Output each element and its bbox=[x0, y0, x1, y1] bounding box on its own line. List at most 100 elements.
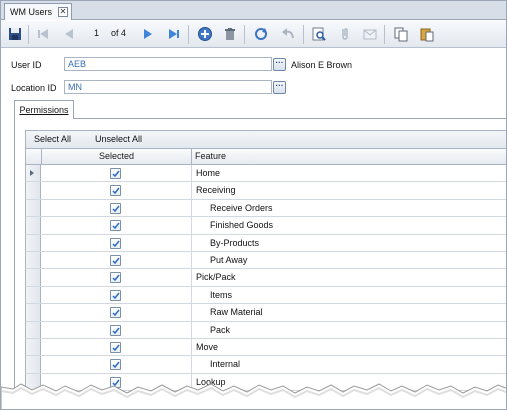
selected-checkbox[interactable] bbox=[110, 324, 121, 336]
feature-cell: Receiving bbox=[196, 185, 236, 196]
last-record-icon[interactable] bbox=[166, 26, 182, 42]
selected-checkbox[interactable] bbox=[110, 168, 121, 179]
grid-header-row: Selected Feature bbox=[25, 149, 506, 165]
feature-cell: Internal bbox=[210, 359, 241, 370]
row-selector[interactable] bbox=[26, 269, 41, 286]
feature-cell: Put Away bbox=[210, 255, 248, 265]
tab-permissions-label: Permissions bbox=[19, 105, 69, 115]
selected-checkbox[interactable] bbox=[110, 220, 121, 232]
feature-cell: Move bbox=[196, 342, 219, 352]
selected-cell bbox=[41, 217, 192, 234]
feature-cell: Pack bbox=[210, 324, 231, 335]
add-icon[interactable] bbox=[197, 26, 213, 42]
feature-cell: Lookup bbox=[196, 376, 226, 387]
feature-cell: Finished Goods bbox=[210, 220, 274, 231]
user-id-lookup-button[interactable]: ··· bbox=[273, 58, 286, 71]
row-selector[interactable] bbox=[26, 304, 41, 321]
first-record-icon[interactable] bbox=[35, 26, 51, 42]
selected-cell bbox=[41, 165, 192, 182]
location-id-field[interactable]: MN bbox=[64, 80, 272, 94]
toolbar: 1 of 4 bbox=[1, 21, 506, 48]
feature-cell: Receive Orders bbox=[210, 202, 273, 213]
table-row[interactable]: Raw Material bbox=[25, 304, 506, 322]
next-record-icon[interactable] bbox=[140, 26, 156, 42]
selected-cell bbox=[41, 234, 192, 251]
selected-checkbox[interactable] bbox=[110, 272, 121, 284]
current-row-indicator-icon bbox=[30, 170, 34, 176]
selected-checkbox[interactable] bbox=[110, 202, 121, 214]
close-tab-icon[interactable]: ✕ bbox=[58, 7, 68, 17]
feature-cell: Pick/Pack bbox=[196, 272, 236, 283]
record-count: of 4 bbox=[111, 28, 127, 38]
selected-checkbox[interactable] bbox=[110, 359, 121, 371]
user-id-field[interactable]: AEB bbox=[64, 57, 272, 71]
selected-checkbox[interactable] bbox=[110, 255, 121, 266]
table-row[interactable]: Items bbox=[25, 286, 506, 305]
table-row[interactable]: By-Products bbox=[25, 234, 506, 252]
grid-button-bar: Select All Unselect All bbox=[25, 130, 506, 149]
attachment-icon[interactable] bbox=[337, 26, 353, 42]
save-icon[interactable] bbox=[7, 26, 23, 42]
record-position[interactable]: 1 bbox=[94, 28, 99, 38]
row-selector[interactable] bbox=[26, 286, 41, 304]
selected-checkbox[interactable] bbox=[110, 307, 121, 319]
feature-cell: Raw Material bbox=[210, 307, 263, 318]
table-row[interactable]: Internal bbox=[25, 356, 506, 374]
table-row[interactable]: Lookup bbox=[25, 373, 506, 392]
feature-cell: By-Products bbox=[210, 237, 260, 248]
refresh-icon[interactable] bbox=[253, 26, 269, 42]
paste-icon[interactable] bbox=[419, 26, 435, 42]
selected-cell bbox=[41, 304, 192, 321]
row-selector[interactable] bbox=[26, 199, 41, 217]
undo-icon[interactable] bbox=[280, 26, 296, 42]
delete-icon[interactable] bbox=[222, 26, 238, 42]
row-selector[interactable] bbox=[26, 234, 41, 251]
selected-cell bbox=[41, 286, 192, 304]
table-row[interactable]: Put Away bbox=[25, 252, 506, 270]
selected-checkbox[interactable] bbox=[110, 237, 121, 249]
table-row[interactable]: Pick/Pack bbox=[25, 269, 506, 287]
table-row[interactable]: Receive Orders bbox=[25, 199, 506, 218]
location-id-lookup-button[interactable]: ··· bbox=[273, 81, 286, 94]
row-selector[interactable] bbox=[26, 373, 41, 391]
wm-users-window: WM Users ✕ 1 of 4 User ID AEB ··· Alison… bbox=[0, 0, 507, 410]
previous-record-icon[interactable] bbox=[61, 26, 77, 42]
select-all-button[interactable]: Select All bbox=[34, 134, 71, 144]
row-selector[interactable] bbox=[26, 217, 41, 234]
table-row[interactable]: Pack bbox=[25, 321, 506, 339]
row-selector[interactable] bbox=[26, 339, 41, 356]
document-tab-title: WM Users bbox=[10, 7, 52, 17]
row-selector[interactable] bbox=[26, 182, 41, 199]
selected-cell bbox=[41, 356, 192, 373]
email-icon[interactable] bbox=[362, 26, 378, 42]
column-header-feature[interactable]: Feature bbox=[193, 149, 226, 165]
selected-checkbox[interactable] bbox=[110, 376, 121, 388]
unselect-all-button[interactable]: Unselect All bbox=[95, 134, 142, 144]
selected-cell bbox=[41, 339, 192, 356]
column-header-selected[interactable]: Selected bbox=[41, 149, 192, 165]
row-selector[interactable] bbox=[26, 165, 41, 182]
feature-cell: Home bbox=[196, 168, 221, 178]
selected-checkbox[interactable] bbox=[110, 185, 121, 197]
copy-icon[interactable] bbox=[393, 26, 409, 42]
selected-cell bbox=[41, 373, 192, 391]
location-id-label: Location ID bbox=[11, 83, 57, 93]
table-row[interactable]: Move bbox=[25, 339, 506, 357]
selected-cell bbox=[41, 199, 192, 217]
user-name-display: Alison E Brown bbox=[291, 60, 353, 70]
row-selector[interactable] bbox=[26, 252, 41, 269]
document-tab-wm-users[interactable]: WM Users ✕ bbox=[4, 3, 72, 20]
find-icon[interactable] bbox=[311, 26, 327, 42]
row-selector[interactable] bbox=[26, 356, 41, 373]
table-row[interactable]: Receiving bbox=[25, 182, 506, 200]
selected-checkbox[interactable] bbox=[110, 289, 121, 301]
selected-checkbox[interactable] bbox=[110, 342, 121, 353]
table-row[interactable]: Finished Goods bbox=[25, 217, 506, 235]
row-selector[interactable] bbox=[26, 321, 41, 338]
selected-cell bbox=[41, 269, 192, 286]
table-row[interactable]: Home bbox=[25, 165, 506, 183]
selected-cell bbox=[41, 252, 192, 269]
selected-cell bbox=[41, 321, 192, 338]
tab-permissions[interactable]: Permissions bbox=[14, 100, 74, 119]
document-tab-strip: WM Users ✕ bbox=[1, 1, 506, 20]
